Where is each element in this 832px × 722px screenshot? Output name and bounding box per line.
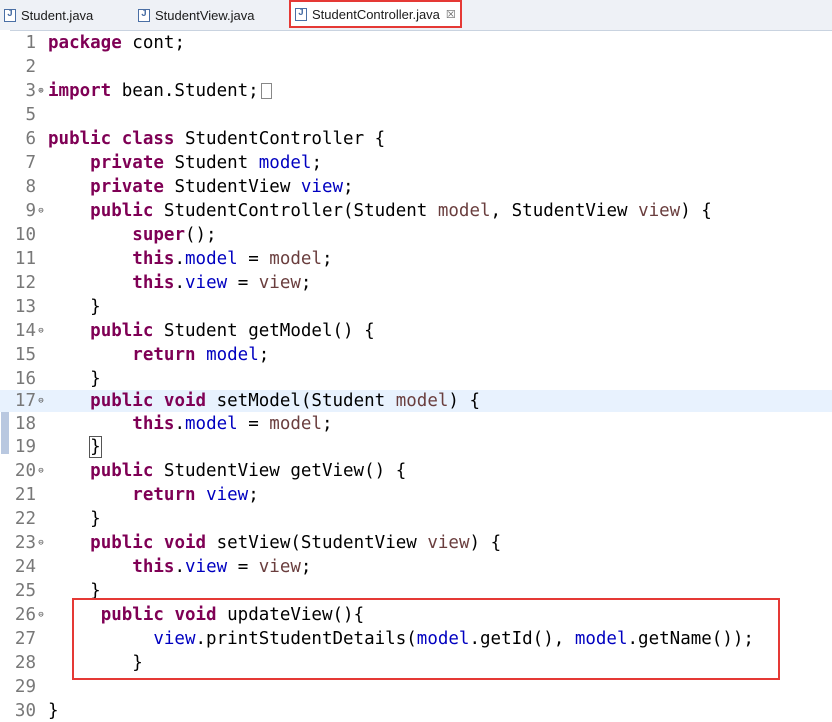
expand-fold-icon[interactable]: ⊕: [36, 80, 46, 102]
code-line: 10 super();: [14, 225, 217, 245]
code-line: 22 }: [14, 509, 101, 529]
code-line: 3 ⊕ import bean.Student;: [0, 80, 832, 102]
collapse-fold-icon[interactable]: ⊖: [36, 604, 46, 626]
code-editor[interactable]: 1 package cont; 2 3 ⊕ import bean.Student; …: [0, 30, 832, 721]
code-line: 2: [25, 57, 36, 77]
collapse-fold-icon[interactable]: ⊖: [36, 532, 46, 554]
code-line: 14 ⊖ public Student getModel() {: [14, 320, 375, 342]
highlight-box: [72, 598, 780, 680]
code-line: 20 ⊖ public StudentView getView() {: [14, 460, 407, 482]
code-line: 13 }: [14, 297, 101, 317]
code-line: 30}: [14, 701, 59, 721]
collapse-fold-icon[interactable]: ⊖: [36, 390, 46, 412]
folded-imports-marker[interactable]: [260, 83, 272, 99]
code-line: 23 ⊖ public void setView(StudentView view…: [14, 532, 502, 554]
code-line: 6 public class StudentController {: [25, 129, 386, 149]
close-tab-icon[interactable]: ☒: [446, 8, 456, 21]
code-line: 9 ⊖ public StudentController(Student mode…: [25, 200, 712, 222]
code-line: 11 this.model = model;: [14, 249, 333, 269]
code-line: 8 private StudentView view;: [25, 177, 354, 197]
tab-label: StudentController.java: [312, 6, 440, 22]
collapse-fold-icon[interactable]: ⊖: [36, 460, 46, 482]
java-file-icon: J: [4, 8, 16, 22]
current-code-line: 17 ⊖ public void setModel(Student model) …: [0, 390, 832, 412]
code-line: 18 this.model = model;: [14, 414, 333, 434]
code-line: 15 return model;: [14, 345, 270, 365]
tab-studentcontroller-java[interactable]: J StudentController.java ☒: [289, 0, 462, 28]
editor-tab-bar: J Student.java J StudentView.java J Stud…: [0, 0, 832, 31]
code-line: 1 package cont;: [25, 33, 185, 53]
java-file-icon: J: [138, 8, 150, 22]
code-line: 5: [25, 105, 36, 125]
collapse-fold-icon[interactable]: ⊖: [36, 200, 46, 222]
code-line: 24 this.view = view;: [14, 557, 312, 577]
java-file-icon: J: [295, 7, 307, 21]
code-line: 7 private Student model;: [25, 153, 322, 173]
code-line: 19 }: [14, 436, 102, 458]
tab-label: Student.java: [21, 7, 94, 23]
tab-student-java[interactable]: J Student.java: [4, 2, 93, 28]
code-line: 12 this.view = view;: [14, 273, 312, 293]
code-line: 21 return view;: [14, 485, 259, 505]
code-line: 16 }: [14, 369, 101, 389]
collapse-fold-icon[interactable]: ⊖: [36, 320, 46, 342]
tab-label: StudentView.java: [155, 7, 255, 23]
tab-studentview-java[interactable]: J StudentView.java: [138, 2, 255, 28]
